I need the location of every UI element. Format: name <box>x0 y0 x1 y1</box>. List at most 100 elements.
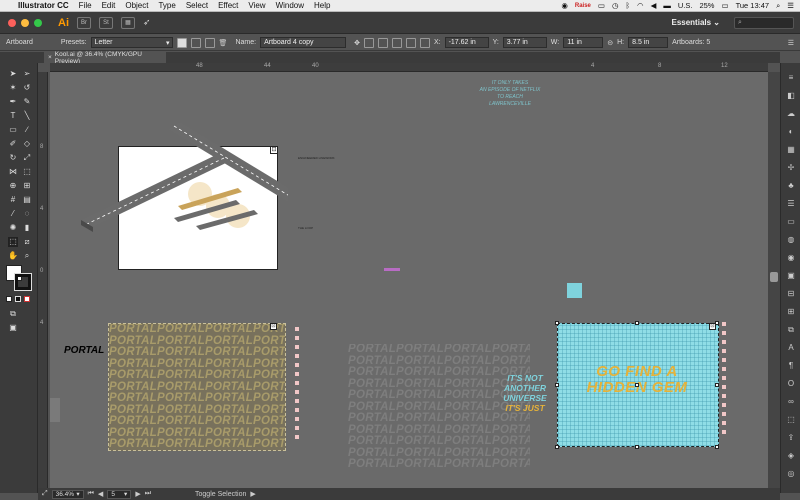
menu-help[interactable]: Help <box>314 1 330 10</box>
lasso-tool-icon[interactable]: ↺ <box>22 83 32 93</box>
close-tab-icon[interactable]: × <box>48 54 52 61</box>
vertical-scroll-thumb[interactable] <box>770 272 778 282</box>
stroke-panel-icon[interactable]: ☰ <box>785 199 797 209</box>
none-swatch-icon[interactable] <box>24 296 30 302</box>
mesh-tool-icon[interactable]: # <box>8 195 18 205</box>
artboard-options-icon[interactable]: ⊡ <box>270 323 277 330</box>
minimize-window-button[interactable] <box>21 18 29 27</box>
previous-artboard-icon[interactable]: ◀ <box>98 490 103 498</box>
stroke-swatch[interactable] <box>14 273 32 291</box>
resize-handle[interactable] <box>715 445 719 449</box>
portal-label[interactable]: PORTAL <box>64 345 104 356</box>
reference-point-icon[interactable] <box>419 37 430 48</box>
close-window-button[interactable] <box>8 18 16 27</box>
screen-mode-icon[interactable]: ▣ <box>8 323 18 333</box>
bluetooth-icon[interactable]: ᛒ <box>626 1 631 10</box>
width-tool-icon[interactable]: ⋈ <box>8 167 18 177</box>
portal-pattern-gold[interactable]: PORTALPORTALPORTAL PORTAL PORTALPORTALPOR… <box>108 323 286 451</box>
wifi-icon[interactable]: ◠ <box>637 1 644 10</box>
perspective-grid-tool-icon[interactable]: ⊞ <box>22 181 32 191</box>
horizontal-ruler[interactable]: 48 44 40 4 8 12 <box>50 63 768 72</box>
app-menu[interactable]: Illustrator CC <box>18 1 69 10</box>
pen-tool-icon[interactable]: ✒ <box>8 97 18 107</box>
show-center-mark-icon[interactable] <box>363 37 374 48</box>
gradient-panel-icon[interactable]: ▭ <box>785 217 797 227</box>
symbols-panel-icon[interactable]: ♣ <box>785 181 797 191</box>
slice-tool-icon[interactable]: ⧄ <box>22 237 32 247</box>
delete-artboard-icon[interactable]: 🗑 <box>219 39 228 47</box>
next-artboard-icon[interactable]: ▶ <box>135 490 140 498</box>
scale-tool-icon[interactable]: ⤢ <box>22 153 32 163</box>
menu-edit[interactable]: Edit <box>102 1 116 10</box>
stock-button[interactable]: St <box>99 16 113 29</box>
center-point-handle[interactable] <box>635 383 639 387</box>
appearance-panel-icon[interactable]: ◉ <box>785 253 797 263</box>
artboard-options-icon[interactable]: ⊡ <box>709 323 716 330</box>
gpu-rocket-icon[interactable]: ➶ <box>143 17 151 28</box>
search-stock-input[interactable]: ⌕ <box>734 16 794 29</box>
links-panel-icon[interactable]: ∞ <box>785 397 797 407</box>
menu-view[interactable]: View <box>248 1 265 10</box>
pathfinder-panel-icon[interactable]: ⧉ <box>785 325 797 335</box>
battery-percent[interactable]: 25% <box>699 1 714 10</box>
asset-export-panel-icon[interactable]: ⇪ <box>785 433 797 443</box>
resize-handle[interactable] <box>715 383 719 387</box>
show-safe-areas-icon[interactable] <box>391 37 402 48</box>
y-input[interactable]: 3.77 in <box>502 37 547 48</box>
resize-handle[interactable] <box>555 445 559 449</box>
first-artboard-icon[interactable]: ⏮ <box>88 490 94 498</box>
line-tool-icon[interactable]: ╲ <box>22 111 32 121</box>
eraser-tool-icon[interactable]: ◇ <box>22 139 32 149</box>
magic-wand-tool-icon[interactable]: ✶ <box>8 83 18 93</box>
menu-object[interactable]: Object <box>125 1 148 10</box>
h-input[interactable]: 8.5 in <box>628 37 669 48</box>
control-menu-icon[interactable]: ☰ <box>788 39 794 47</box>
w-input[interactable]: 11 in <box>563 37 604 48</box>
artboard-tool-icon[interactable]: ⬚ <box>8 237 18 247</box>
shape-builder-tool-icon[interactable]: ⊕ <box>8 181 18 191</box>
libraries-panel-icon[interactable]: ☁ <box>785 109 797 119</box>
eyedropper-tool-icon[interactable]: ⁄ <box>8 209 18 219</box>
tiny-note[interactable]: THE LOOP <box>298 226 313 230</box>
direct-selection-tool-icon[interactable]: ➢ <box>22 69 32 79</box>
blend-tool-icon[interactable]: ◌ <box>22 209 32 219</box>
teal-swatch-square[interactable] <box>567 283 582 298</box>
resize-handle[interactable] <box>635 321 639 325</box>
symbol-sprayer-tool-icon[interactable]: ✺ <box>8 223 18 233</box>
rectangle-tool-icon[interactable]: ▭ <box>8 125 18 135</box>
presets-dropdown[interactable]: Letter ▾ <box>90 37 173 48</box>
type-tool-icon[interactable]: T <box>8 111 18 121</box>
transparency-panel-icon[interactable]: ◍ <box>785 235 797 245</box>
artboard-name-input[interactable]: Artboard 4 copy <box>260 37 347 48</box>
artboard-options-icon[interactable] <box>405 37 416 48</box>
character-panel-icon[interactable]: A <box>785 343 797 353</box>
creative-cloud-icon[interactable]: ◉ <box>561 1 568 10</box>
color-mode-icon[interactable] <box>15 296 21 302</box>
status-menu-icon[interactable]: ▶ <box>250 490 255 498</box>
constrain-proportions-icon[interactable]: ⊝ <box>607 39 613 47</box>
arrange-documents-icon[interactable]: ▦ <box>121 16 135 29</box>
small-purple-mark[interactable] <box>384 268 400 271</box>
menu-file[interactable]: File <box>79 1 92 10</box>
hand-tool-icon[interactable]: ✋ <box>8 251 18 261</box>
rotate-tool-icon[interactable]: ↻ <box>8 153 18 163</box>
canvas[interactable]: IT ONLY TAKES AN EPISODE OF NETFLIX TO R… <box>50 72 768 488</box>
hidden-gem-headline[interactable]: GO FIND A HIDDEN GEM <box>562 364 712 396</box>
artboard-index-input[interactable]: 5 ▾ <box>107 489 132 499</box>
color-panel-icon[interactable]: ◐ <box>785 127 797 137</box>
menu-effect[interactable]: Effect <box>218 1 238 10</box>
vertical-ruler[interactable]: 8 4 0 4 <box>38 72 48 488</box>
navigator-panel-icon[interactable]: ◎ <box>785 469 797 479</box>
show-cross-hairs-icon[interactable] <box>377 37 388 48</box>
transform-panel-icon[interactable]: ⊞ <box>785 307 797 317</box>
new-artboard-icon[interactable] <box>204 37 215 48</box>
resize-handle[interactable] <box>555 321 559 325</box>
raise-status[interactable]: Raise <box>575 3 591 9</box>
free-transform-tool-icon[interactable]: ⬚ <box>22 167 32 177</box>
opentype-panel-icon[interactable]: O <box>785 379 797 389</box>
default-color-icon[interactable] <box>6 296 12 302</box>
tiny-note[interactable]: ENGINEERED LINEWORK <box>298 156 335 160</box>
search-icon[interactable]: ⌕ <box>776 1 780 11</box>
resize-handle[interactable] <box>555 383 559 387</box>
history-icon[interactable]: ◷ <box>612 1 619 10</box>
